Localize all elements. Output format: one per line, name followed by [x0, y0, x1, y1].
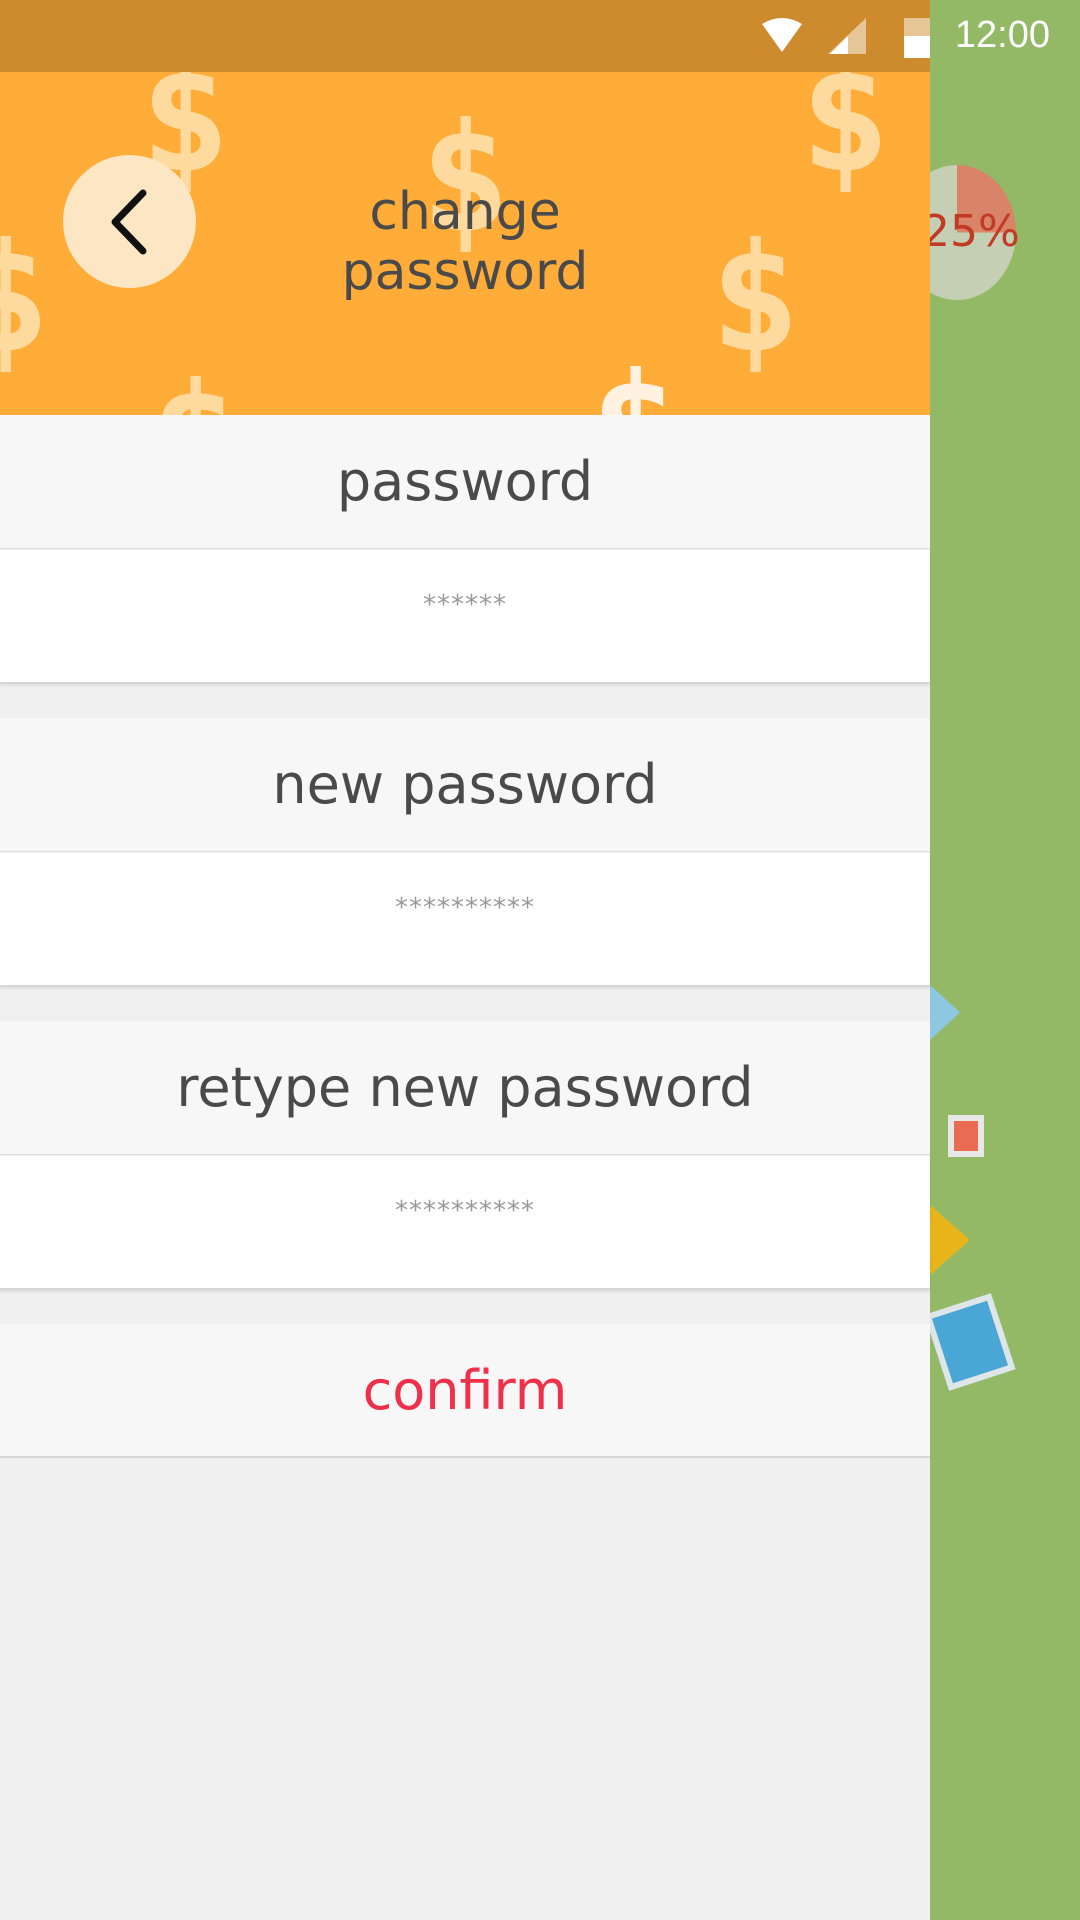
change-password-drawer: $ $ $ $ $ $ $ change password password n…: [0, 72, 930, 1920]
retype-password-input[interactable]: [0, 1156, 930, 1246]
pixel-decoration: [924, 1293, 1016, 1391]
status-time: 12:00: [954, 14, 1050, 56]
new-password-input[interactable]: [0, 853, 930, 943]
page-title-line2: password: [341, 242, 589, 302]
password-input[interactable]: [0, 550, 930, 640]
pixel-decoration: [930, 985, 960, 1040]
confirm-button[interactable]: confirm: [0, 1324, 930, 1458]
back-button[interactable]: [63, 155, 196, 288]
pixel-decoration: [948, 1115, 984, 1157]
battery-icon: [904, 18, 930, 58]
retype-password-field-container: [0, 1156, 930, 1290]
wifi-icon: [762, 18, 802, 52]
signal-icon: [828, 18, 866, 54]
dollar-pattern-icon: $: [710, 212, 801, 386]
page-title-line1: change: [369, 182, 561, 242]
dollar-pattern-icon: $: [590, 342, 680, 415]
progress-pie-label: 25%: [922, 206, 1020, 257]
drawer-header: $ $ $ $ $ $ $ change password: [0, 72, 930, 415]
dollar-pattern-icon: $: [0, 212, 51, 386]
chevron-left-icon: [111, 189, 146, 254]
dollar-pattern-icon: $: [800, 72, 891, 206]
password-field-container: [0, 550, 930, 684]
page-title: change password: [250, 182, 680, 302]
new-password-label: new password: [0, 718, 930, 852]
pixel-decoration: [930, 1205, 970, 1275]
dollar-pattern-icon: $: [150, 352, 240, 415]
retype-password-label: retype new password: [0, 1021, 930, 1155]
new-password-field-container: [0, 853, 930, 987]
status-bar: 12:00: [0, 0, 1080, 72]
password-label: password: [0, 415, 930, 549]
